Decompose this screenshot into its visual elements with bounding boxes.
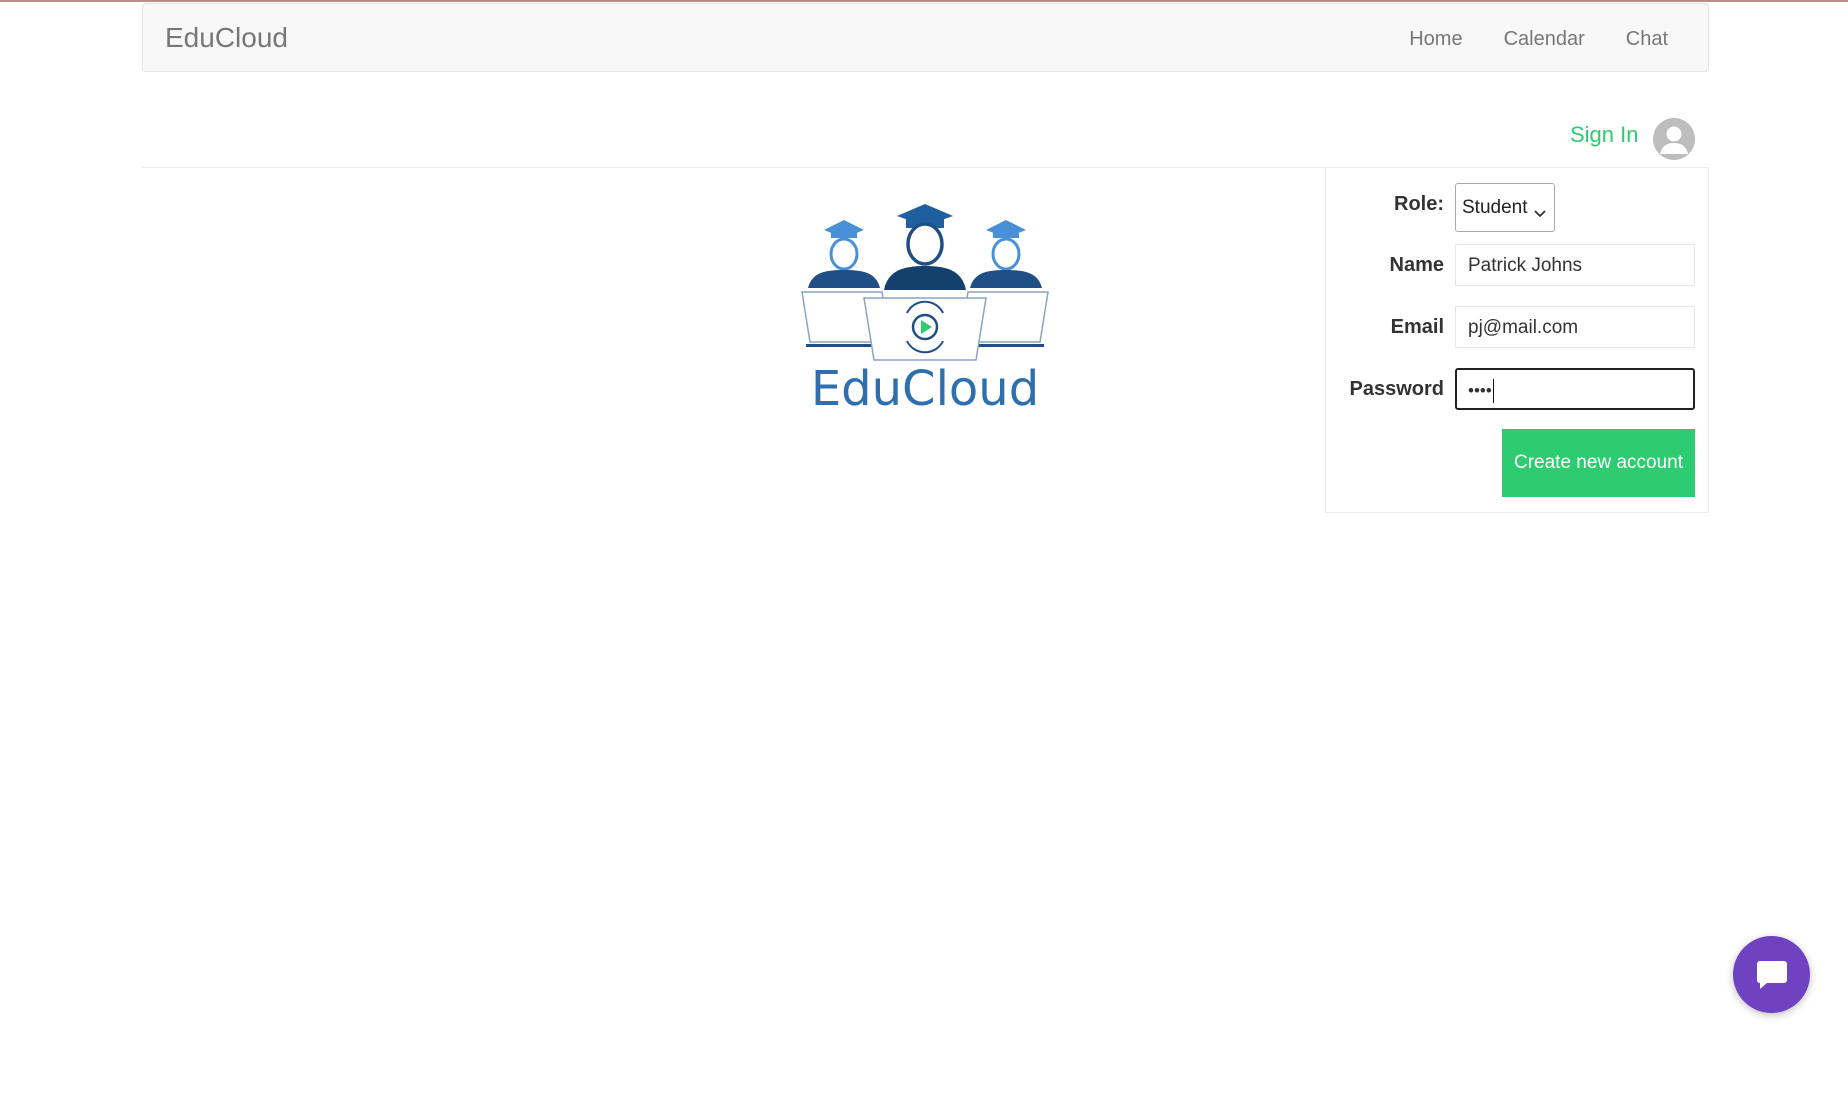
role-label: Role: [1394,193,1444,215]
nav-links: Home Calendar Chat [1409,28,1668,51]
chat-widget-button[interactable] [1733,936,1810,1013]
name-row: Name Patrick Johns [1326,244,1710,288]
signup-form: Role: Student Name Patrick Johns Email p… [1325,168,1709,513]
email-label: Email [1390,316,1444,338]
email-row: Email pj@mail.com [1326,306,1710,350]
role-value: Student [1462,197,1528,218]
password-input[interactable]: •••• [1455,368,1695,410]
navbar: EduCloud Home Calendar Chat [142,3,1709,72]
logo-wordmark: EduCloud [811,361,1039,412]
sign-in-link[interactable]: Sign In [1570,122,1639,148]
educloud-logo: EduCloud [800,202,1050,417]
user-avatar-icon[interactable] [1652,118,1695,160]
email-input[interactable]: pj@mail.com [1455,306,1695,348]
right-student-figure [970,220,1042,288]
password-row: Password •••• [1326,368,1710,412]
nav-link-calendar[interactable]: Calendar [1504,28,1585,51]
left-student-figure [808,220,880,288]
name-label: Name [1389,254,1444,276]
top-border [0,0,1848,2]
center-student-figure [884,204,966,290]
nav-link-home[interactable]: Home [1409,28,1462,51]
chevron-down-icon [1534,202,1546,224]
brand-link[interactable]: EduCloud [165,22,288,54]
chat-bubble-icon [1756,960,1787,989]
role-row: Role: Student [1326,183,1710,232]
password-label: Password [1349,378,1444,400]
signin-area: Sign In [1570,118,1695,160]
text-caret [1492,379,1494,403]
create-account-button[interactable]: Create new account [1502,429,1695,497]
password-value: •••• [1468,381,1492,401]
nav-link-chat[interactable]: Chat [1626,28,1668,51]
role-select[interactable]: Student [1455,183,1555,232]
name-input[interactable]: Patrick Johns [1455,244,1695,286]
